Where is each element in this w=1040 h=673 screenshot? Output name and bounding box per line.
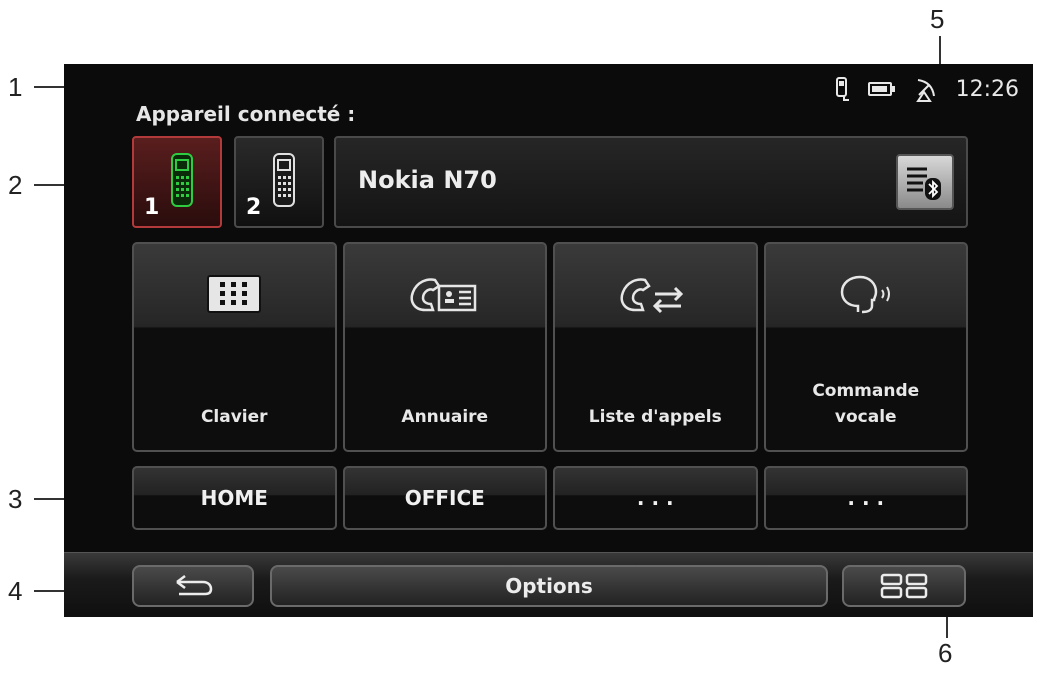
phone-screen: 12:26 Appareil connecté : 1 2 Nokia N70 … bbox=[64, 64, 1033, 617]
callout-3: 3 bbox=[8, 484, 23, 514]
grid-menu-icon bbox=[880, 573, 928, 599]
keypad-icon bbox=[207, 275, 262, 313]
menu-button[interactable] bbox=[842, 565, 966, 607]
phonebook-label: Annuaire bbox=[401, 407, 489, 427]
phonebook-button[interactable]: Annuaire bbox=[342, 242, 547, 452]
call-list-button[interactable]: Liste d'appels bbox=[553, 242, 758, 452]
bluetooth-list-icon bbox=[907, 167, 941, 200]
voice-command-button[interactable]: Commande vocale bbox=[763, 242, 968, 452]
favorite-home-button[interactable]: HOME bbox=[132, 466, 337, 530]
voice-command-icon bbox=[840, 275, 890, 314]
favorite-office-button[interactable]: OFFICE bbox=[342, 466, 547, 530]
callout-6: 6 bbox=[938, 638, 953, 668]
favorite-empty-button-1[interactable]: . . . bbox=[553, 466, 758, 530]
battery-icon bbox=[867, 81, 896, 97]
call-list-label: Liste d'appels bbox=[588, 407, 722, 427]
back-arrow-icon bbox=[176, 575, 213, 596]
callout-2: 2 bbox=[8, 170, 23, 200]
status-bar: 12:26 bbox=[834, 76, 1019, 102]
callout-4: 4 bbox=[8, 576, 23, 606]
favorites-row: HOME OFFICE . . . . . . bbox=[132, 466, 968, 530]
callout-1: 1 bbox=[8, 72, 23, 102]
mobile-phone-icon bbox=[273, 153, 295, 207]
keypad-label: Clavier bbox=[200, 407, 268, 427]
mobile-phone-icon bbox=[171, 153, 193, 207]
favorite-empty-button-2[interactable]: . . . bbox=[763, 466, 968, 530]
call-list-icon bbox=[620, 278, 684, 314]
phone-number-label: 1 bbox=[144, 195, 160, 220]
phone-1-button[interactable]: 1 bbox=[132, 136, 222, 228]
callout-5: 5 bbox=[930, 4, 945, 34]
bluetooth-list-button[interactable] bbox=[896, 154, 954, 210]
bottom-bar: Options bbox=[64, 552, 1033, 617]
phone-connected-icon bbox=[834, 77, 850, 101]
clock-time: 12:26 bbox=[955, 76, 1019, 102]
phone-2-button[interactable]: 2 bbox=[234, 136, 324, 228]
satellite-icon bbox=[914, 76, 938, 102]
options-button[interactable]: Options bbox=[270, 565, 828, 607]
back-button[interactable] bbox=[132, 565, 254, 607]
keypad-button[interactable]: Clavier bbox=[132, 242, 337, 452]
function-grid: Clavier Annuaire Liste d'appels Commande… bbox=[132, 242, 968, 452]
phonebook-icon bbox=[410, 278, 476, 312]
voice-command-label: Commande vocale bbox=[812, 381, 920, 427]
device-name: Nokia N70 bbox=[358, 166, 497, 194]
connected-device-field: Nokia N70 bbox=[334, 136, 968, 228]
phone-number-label: 2 bbox=[246, 195, 262, 220]
page-title: Appareil connecté : bbox=[136, 102, 356, 126]
